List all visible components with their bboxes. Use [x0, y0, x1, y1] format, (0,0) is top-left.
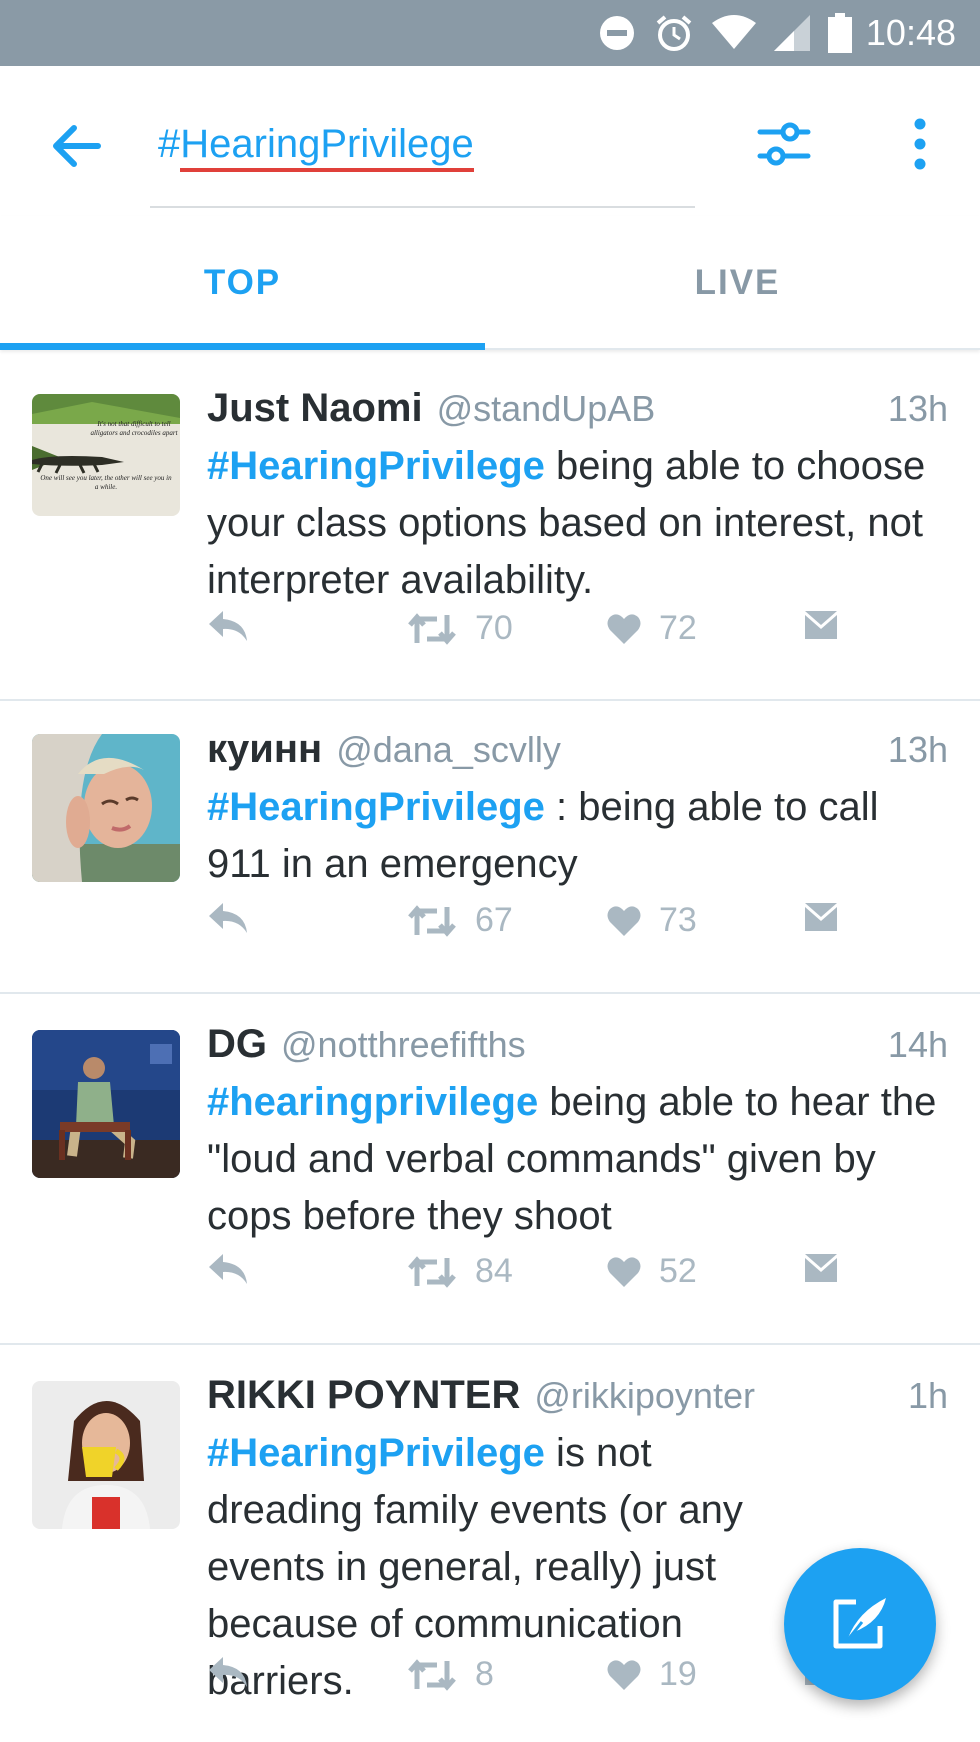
compose-feather-icon [833, 1598, 886, 1649]
status-bar: 10:48 [0, 0, 980, 66]
like-count: 19 [659, 1655, 697, 1693]
reply-icon [209, 1657, 247, 1687]
tweet-header: Just Naomi @standUpAB 13h [207, 386, 948, 431]
tab-live[interactable]: LIVE [495, 216, 980, 350]
avatar[interactable] [32, 1381, 180, 1529]
tab-top[interactable]: TOP [0, 216, 485, 350]
retweet-count: 8 [475, 1655, 494, 1693]
retweet-icon [408, 1658, 456, 1691]
like-button[interactable]: 52 [607, 1252, 697, 1291]
like-button[interactable]: 73 [607, 901, 697, 940]
like-count: 73 [659, 901, 697, 939]
heart-icon [607, 1659, 641, 1690]
hashtag-link[interactable]: #hearingprivilege [207, 1080, 538, 1124]
avatar[interactable] [32, 734, 180, 882]
envelope-icon [805, 1254, 837, 1282]
tweet-text: #HearingPrivilege : being able to call 9… [207, 779, 950, 893]
active-tab-indicator [0, 343, 485, 350]
username[interactable]: @notthreefifths [281, 1024, 526, 1066]
avatar[interactable] [32, 1030, 180, 1178]
battery-icon [827, 13, 852, 53]
reply-button[interactable] [207, 609, 249, 643]
direct-message-button[interactable] [803, 901, 839, 933]
tweet-actions: 67 73 [207, 901, 847, 951]
reply-button[interactable] [207, 1252, 249, 1286]
hashtag-link[interactable]: #HearingPrivilege [207, 785, 545, 829]
search-query-word: HearingPrivilege [180, 122, 474, 172]
like-count: 52 [659, 1252, 697, 1290]
reply-icon [209, 903, 247, 933]
direct-message-button[interactable] [803, 1252, 839, 1284]
heart-icon [607, 1256, 641, 1287]
reply-icon [209, 611, 247, 641]
alarm-icon [656, 15, 692, 51]
tweet-item[interactable]: DG @notthreefifths 14h #hearingprivilege… [0, 994, 980, 1345]
timestamp: 13h [887, 729, 948, 770]
username[interactable]: @rikkipoynter [534, 1375, 755, 1417]
tweet-text: #hearingprivilege being able to hear the… [207, 1074, 950, 1245]
display-name[interactable]: Just Naomi [207, 386, 423, 431]
retweet-icon [408, 904, 456, 937]
do-not-disturb-icon [599, 16, 634, 50]
search-app-bar: #HearingPrivilege [0, 66, 980, 216]
tweet-actions: 8 19 [207, 1655, 847, 1705]
timestamp: 13h [887, 388, 948, 429]
tweet-item[interactable]: It's not that difficult to tell alligato… [0, 352, 980, 701]
more-vertical-icon [914, 118, 926, 170]
retweet-button[interactable]: 84 [407, 1252, 513, 1291]
back-button[interactable] [48, 118, 104, 174]
hashtag-link[interactable]: #HearingPrivilege [207, 444, 545, 488]
timestamp: 1h [907, 1375, 948, 1416]
like-button[interactable]: 72 [607, 609, 697, 648]
like-count: 72 [659, 609, 697, 647]
search-tabs: TOP LIVE [0, 216, 980, 350]
retweet-icon [408, 612, 456, 645]
heart-icon [607, 905, 641, 936]
search-input[interactable]: #HearingPrivilege [150, 110, 695, 208]
retweet-button[interactable]: 70 [407, 609, 513, 648]
hashtag-link[interactable]: #HearingPrivilege [207, 1431, 545, 1475]
tweet-actions: 84 52 [207, 1252, 847, 1302]
avatar-caption-bottom: One will see you later, the other will s… [40, 474, 172, 491]
search-query: #HearingPrivilege [158, 122, 474, 172]
signal-icon [773, 15, 810, 51]
retweet-icon [408, 1255, 456, 1288]
heart-icon [607, 613, 641, 644]
envelope-icon [805, 903, 837, 931]
tweet-item[interactable]: куинн @dana_scvlly 13h #HearingPrivilege… [0, 701, 980, 994]
tweet-text: #HearingPrivilege being able to choose y… [207, 438, 950, 609]
retweet-count: 70 [475, 609, 513, 647]
like-button[interactable]: 19 [607, 1655, 697, 1694]
tweet-header: куинн @dana_scvlly 13h [207, 727, 948, 772]
display-name[interactable]: куинн [207, 727, 322, 772]
filter-sliders-icon [757, 122, 811, 166]
arrow-left-icon [53, 125, 101, 167]
search-filter-button[interactable] [756, 116, 812, 172]
compose-tweet-button[interactable] [784, 1548, 936, 1700]
tweet-actions: 70 72 [207, 609, 847, 659]
username[interactable]: @dana_scvlly [336, 729, 561, 771]
username[interactable]: @standUpAB [437, 388, 656, 430]
direct-message-button[interactable] [803, 609, 839, 641]
avatar[interactable]: It's not that difficult to tell alligato… [32, 394, 180, 516]
display-name[interactable]: DG [207, 1022, 267, 1067]
tweet-header: RIKKI POYNTER @rikkipoynter 1h [207, 1373, 948, 1418]
timestamp: 14h [887, 1024, 948, 1065]
retweet-count: 84 [475, 1252, 513, 1290]
retweet-button[interactable]: 8 [407, 1655, 494, 1694]
tweet-header: DG @notthreefifths 14h [207, 1022, 948, 1067]
display-name[interactable]: RIKKI POYNTER [207, 1373, 520, 1418]
reply-icon [209, 1254, 247, 1284]
avatar-caption-top: It's not that difficult to tell alligato… [90, 420, 178, 437]
wifi-icon [711, 15, 756, 49]
status-time: 10:48 [865, 12, 956, 53]
reply-button[interactable] [207, 1655, 249, 1689]
retweet-count: 67 [475, 901, 513, 939]
tweet-feed: It's not that difficult to tell alligato… [0, 352, 980, 1742]
retweet-button[interactable]: 67 [407, 901, 513, 940]
envelope-icon [805, 611, 837, 639]
more-options-button[interactable] [900, 116, 940, 172]
reply-button[interactable] [207, 901, 249, 935]
